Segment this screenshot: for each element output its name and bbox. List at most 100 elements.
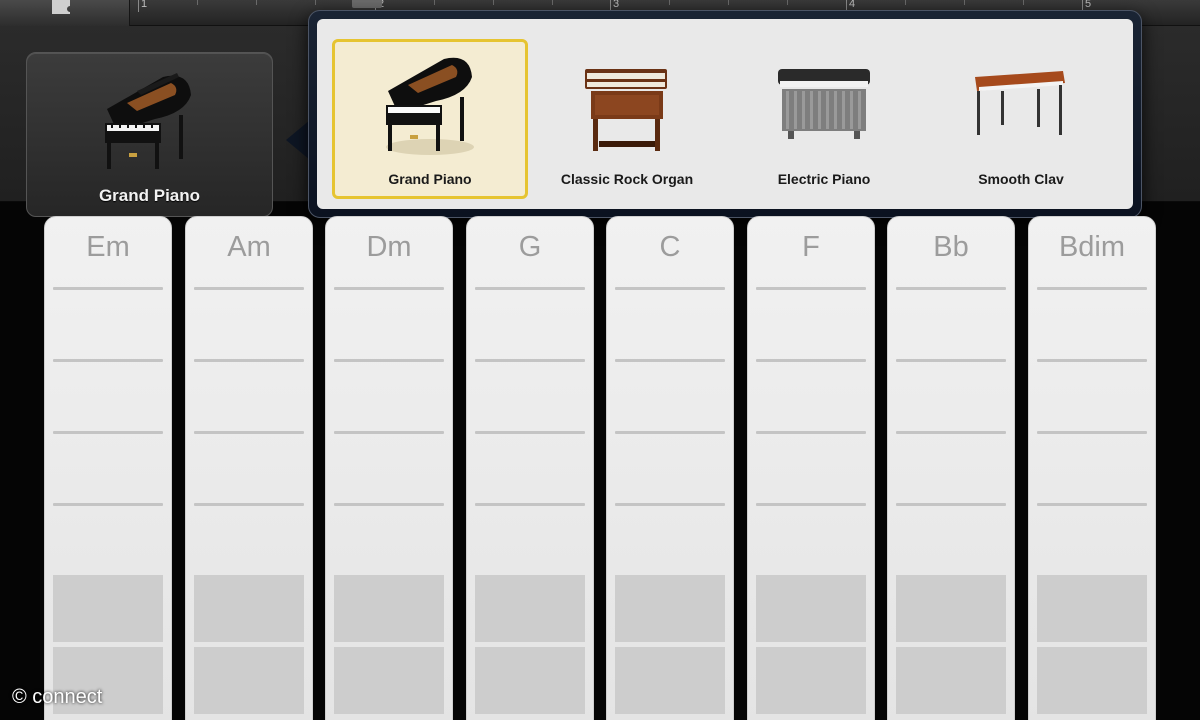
clavinet-icon (965, 51, 1075, 166)
ruler-bar-number: 1 (141, 0, 148, 10)
chord-name: Dm (366, 231, 412, 263)
ruler-beat-tick (552, 0, 553, 5)
instrument-item-classic-rock-organ[interactable]: Classic Rock Organ (529, 39, 725, 199)
chord-zone-divider (896, 359, 1006, 362)
chord-name: Bb (933, 231, 969, 263)
instrument-label: Classic Rock Organ (560, 171, 694, 187)
chord-bass-pad[interactable] (194, 575, 304, 642)
chord-bass-pad[interactable] (1037, 575, 1147, 642)
chord-strip-dm[interactable]: Dm (325, 216, 453, 720)
playhead-marker[interactable] (352, 0, 382, 8)
instrument-item-electric-piano[interactable]: Electric Piano (726, 39, 922, 199)
chord-zone-divider (53, 431, 163, 434)
chord-bass-pad[interactable] (896, 647, 1006, 714)
chord-strip-bdim[interactable]: Bdim (1028, 216, 1156, 720)
chord-name: C (659, 231, 681, 263)
ruler-beat-tick (728, 0, 729, 5)
chord-name: Em (86, 231, 130, 263)
chord-zone-divider (194, 359, 304, 362)
chord-zone-divider (53, 287, 163, 290)
chord-zone-divider (1037, 359, 1147, 362)
chord-bass-pad[interactable] (756, 647, 866, 714)
chord-zone-divider (1037, 431, 1147, 434)
chord-zone-divider (756, 287, 866, 290)
chord-zone-divider (756, 359, 866, 362)
chord-zone-divider (615, 503, 725, 506)
chord-bass-pad[interactable] (896, 575, 1006, 642)
chord-zone-divider (475, 359, 585, 362)
chord-zone-divider (53, 503, 163, 506)
ruler-bar-number: 3 (613, 0, 620, 10)
ruler-beat-tick (256, 0, 257, 5)
ruler-beat-tick (315, 0, 316, 5)
chord-zone-divider (615, 287, 725, 290)
current-instrument-button[interactable]: Grand Piano (26, 52, 273, 217)
chord-strip-g[interactable]: G (466, 216, 594, 720)
ruler-beat-tick (905, 0, 906, 5)
grand-piano-icon (374, 51, 484, 166)
chord-zone-divider (334, 287, 444, 290)
organ-icon (571, 51, 681, 166)
instrument-label: Smooth Clav (978, 171, 1064, 187)
ruler-bar-number: 4 (849, 0, 856, 10)
chord-name: Am (227, 231, 271, 263)
instrument-picker-popover: Grand Piano Classic Rock Organ Electric … (308, 10, 1142, 218)
puzzle-button[interactable] (0, 0, 130, 26)
chord-zone-divider (194, 287, 304, 290)
instrument-label: Electric Piano (777, 171, 871, 187)
chord-name: G (518, 231, 542, 263)
chord-bass-pad[interactable] (53, 575, 163, 642)
chord-bass-pad[interactable] (1037, 647, 1147, 714)
chord-strip-c[interactable]: C (606, 216, 734, 720)
chord-bass-pad[interactable] (475, 647, 585, 714)
current-instrument-label: Grand Piano (98, 186, 201, 205)
chord-zone-divider (1037, 503, 1147, 506)
chord-zone-divider (334, 431, 444, 434)
chord-bass-pad[interactable] (334, 575, 444, 642)
puzzle-icon (52, 0, 70, 14)
electric-piano-icon (768, 51, 878, 166)
chord-zone-divider (896, 287, 1006, 290)
ruler-beat-tick (787, 0, 788, 5)
chord-strip-f[interactable]: F (747, 216, 875, 720)
instrument-label: Grand Piano (388, 171, 472, 187)
chord-zone-divider (475, 431, 585, 434)
grand-piano-icon (93, 69, 203, 184)
chord-zone-divider (615, 359, 725, 362)
ruler-beat-tick (669, 0, 670, 5)
chord-zone-divider (615, 431, 725, 434)
chord-zone-divider (1037, 287, 1147, 290)
chord-bass-pad[interactable] (615, 647, 725, 714)
ruler-beat-tick (964, 0, 965, 5)
chord-zone-divider (896, 431, 1006, 434)
chord-zone-divider (194, 431, 304, 434)
ruler-beat-tick (1023, 0, 1024, 5)
chord-bass-pad[interactable] (756, 575, 866, 642)
chord-bass-pad[interactable] (475, 575, 585, 642)
ruler-beat-tick (493, 0, 494, 5)
chord-zone-divider (756, 503, 866, 506)
chord-bass-pad[interactable] (334, 647, 444, 714)
watermark: © connect (12, 686, 103, 708)
chord-zone-divider (334, 359, 444, 362)
ruler-beat-tick (434, 0, 435, 5)
chord-zone-divider (475, 503, 585, 506)
chord-name: Bdim (1058, 231, 1126, 263)
instrument-item-smooth-clav[interactable]: Smooth Clav (923, 39, 1119, 199)
ruler-bar-number: 5 (1085, 0, 1092, 10)
ruler-bar-tick (138, 0, 139, 12)
chord-zone-divider (896, 503, 1006, 506)
chord-bass-pad[interactable] (194, 647, 304, 714)
chord-zone-divider (194, 503, 304, 506)
chord-zone-divider (53, 359, 163, 362)
popover-arrow (286, 120, 310, 160)
chord-strip-bb[interactable]: Bb (887, 216, 1015, 720)
chord-name: F (802, 231, 820, 263)
chord-zone-divider (334, 503, 444, 506)
ruler-beat-tick (197, 0, 198, 5)
chord-bass-pad[interactable] (615, 575, 725, 642)
chord-strip-am[interactable]: Am (185, 216, 313, 720)
instrument-picker-list: Grand Piano Classic Rock Organ Electric … (317, 19, 1133, 209)
chord-strip-em[interactable]: Em (44, 216, 172, 720)
instrument-item-grand-piano[interactable]: Grand Piano (332, 39, 528, 199)
